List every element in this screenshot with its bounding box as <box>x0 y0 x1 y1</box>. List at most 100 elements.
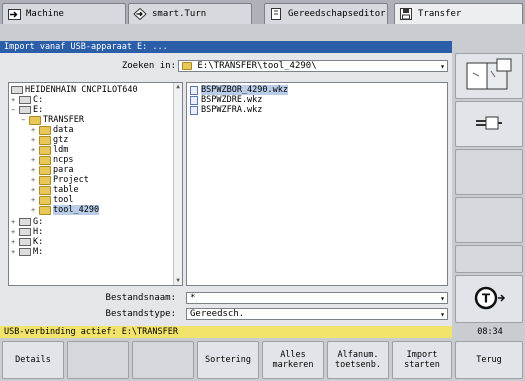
dialog-title: Import vanaf USB-apparaat E: ... <box>0 41 452 53</box>
file-icon <box>190 105 198 115</box>
softkey-bottom-3[interactable] <box>132 341 194 379</box>
tree-item-project[interactable]: + Project <box>31 175 89 185</box>
tree-item-e[interactable]: − E: <box>11 105 43 115</box>
file-item[interactable]: BSPWZBOR_4290.wkz <box>190 85 288 95</box>
tool-t-icon: T <box>469 285 509 314</box>
tree-item-label: data <box>53 125 74 135</box>
folder-icon <box>39 145 51 155</box>
dual-window-softkey[interactable] <box>455 53 523 99</box>
expand-icon[interactable]: + <box>31 135 37 145</box>
select-all-button[interactable]: Alles markeren <box>262 341 324 379</box>
expand-icon[interactable]: + <box>31 125 37 135</box>
sort-button[interactable]: Sortering <box>197 341 259 379</box>
tab-gereedschapseditor[interactable]: Gereedschapseditor <box>264 3 388 24</box>
tree-item-table[interactable]: + table <box>31 185 79 195</box>
clock: 08:34 <box>455 326 525 338</box>
softkey-right-5[interactable] <box>455 245 523 273</box>
expand-icon[interactable]: + <box>31 145 37 155</box>
tree-item-ncps[interactable]: + ncps <box>31 155 73 165</box>
tree-item-para[interactable]: + para <box>31 165 73 175</box>
tab-label: Machine <box>26 9 64 19</box>
computer-icon <box>11 86 23 94</box>
tree-scrollbar[interactable]: ▲ ▼ <box>173 83 182 285</box>
tab-transfer[interactable]: Transfer <box>394 3 523 24</box>
transfer-direction-softkey[interactable] <box>455 101 523 147</box>
file-item[interactable]: BSPWZDRE.wkz <box>190 95 262 105</box>
tree-item-label-selected: tool_4290 <box>53 205 100 215</box>
alphanumeric-keyboard-button[interactable]: Alfanum. toetsenb. <box>327 341 389 379</box>
chevron-down-icon[interactable]: ▾ <box>440 293 445 304</box>
file-name: BSPWZFRA.wkz <box>201 105 263 115</box>
folder-open-icon <box>39 205 51 215</box>
status-message: USB-verbinding actief: E:\TRANSFER <box>0 326 452 338</box>
chevron-down-icon[interactable]: ▾ <box>440 61 445 72</box>
softkey-bottom-2[interactable] <box>67 341 129 379</box>
tree-item-k[interactable]: + K: <box>11 237 43 247</box>
expand-icon[interactable]: + <box>11 95 17 105</box>
tree-item-h[interactable]: + H: <box>11 227 43 237</box>
chevron-down-icon[interactable]: ▾ <box>440 309 445 320</box>
tool-table-softkey[interactable]: T <box>455 275 523 323</box>
tool-editor-icon <box>269 8 283 20</box>
tab-label: Transfer <box>418 9 462 19</box>
folder-tree[interactable]: HEIDENHAIN CNCPILOT640 + C: − E: − TRANS… <box>8 82 183 286</box>
expand-icon[interactable]: + <box>31 165 37 175</box>
usb-drive-icon <box>19 106 31 114</box>
tree-item-c[interactable]: + C: <box>11 95 43 105</box>
tree-item-label: Project <box>53 175 89 185</box>
file-item[interactable]: BSPWZFRA.wkz <box>190 105 262 115</box>
collapse-icon[interactable]: − <box>21 115 27 125</box>
tree-item-data[interactable]: + data <box>31 125 73 135</box>
tree-item-tool-4290[interactable]: + tool_4290 <box>31 205 100 215</box>
expand-icon[interactable]: + <box>31 195 37 205</box>
tree-item-label: table <box>53 185 79 195</box>
expand-icon[interactable]: + <box>31 175 37 185</box>
back-button[interactable]: Terug <box>455 341 523 379</box>
tree-item-root[interactable]: HEIDENHAIN CNCPILOT640 <box>11 85 138 95</box>
tree-item-gtz[interactable]: + gtz <box>31 135 68 145</box>
scroll-down-icon[interactable]: ▼ <box>174 277 182 285</box>
tree-item-label: G: <box>33 217 44 227</box>
tree-item-label: para <box>53 165 74 175</box>
expand-icon[interactable]: + <box>11 217 17 227</box>
folder-open-icon <box>29 115 41 125</box>
expand-icon[interactable]: + <box>31 185 37 195</box>
tree-item-transfer[interactable]: − TRANSFER <box>21 115 84 125</box>
tree-item-tool[interactable]: + tool <box>31 195 73 205</box>
expand-icon[interactable]: + <box>31 155 37 165</box>
tree-item-label: K: <box>33 237 44 247</box>
tree-item-m[interactable]: + M: <box>11 247 43 257</box>
filetype-select[interactable]: Gereedsch. ▾ <box>186 308 448 320</box>
details-button[interactable]: Details <box>2 341 64 379</box>
search-location-select[interactable]: E:\TRANSFER\tool_4290\ ▾ <box>178 60 448 72</box>
expand-icon[interactable]: + <box>11 227 17 237</box>
softkey-right-3[interactable] <box>455 149 523 195</box>
expand-icon[interactable]: + <box>11 237 17 247</box>
tab-machine[interactable]: Machine <box>2 3 126 24</box>
diamond-arrow-icon <box>133 8 147 20</box>
expand-icon[interactable]: + <box>11 247 17 257</box>
tree-item-label: TRANSFER <box>43 115 84 125</box>
file-icon <box>190 95 198 105</box>
tab-smart-turn[interactable]: smart.Turn <box>128 3 252 24</box>
folder-icon <box>39 125 51 135</box>
tree-item-g[interactable]: + G: <box>11 217 43 227</box>
expand-icon[interactable]: + <box>31 205 37 215</box>
tree-item-label: ncps <box>53 155 74 165</box>
filename-value: * <box>190 293 196 303</box>
folder-icon <box>39 195 51 205</box>
tree-item-label: H: <box>33 227 44 237</box>
folder-icon <box>39 185 51 195</box>
tree-item-ldm[interactable]: + ldm <box>31 145 68 155</box>
file-icon <box>190 85 198 95</box>
collapse-icon[interactable]: − <box>11 105 17 115</box>
tab-label: smart.Turn <box>152 9 207 19</box>
start-import-button[interactable]: Import starten <box>392 341 452 379</box>
softkey-right-4[interactable] <box>455 197 523 243</box>
scroll-up-icon[interactable]: ▲ <box>174 83 182 91</box>
network-drive-icon <box>19 228 31 236</box>
tree-item-label: M: <box>33 247 44 257</box>
tree-item-label: gtz <box>53 135 69 145</box>
file-list[interactable]: BSPWZBOR_4290.wkz BSPWZDRE.wkz BSPWZFRA.… <box>186 82 448 286</box>
filename-input[interactable]: * ▾ <box>186 292 448 304</box>
